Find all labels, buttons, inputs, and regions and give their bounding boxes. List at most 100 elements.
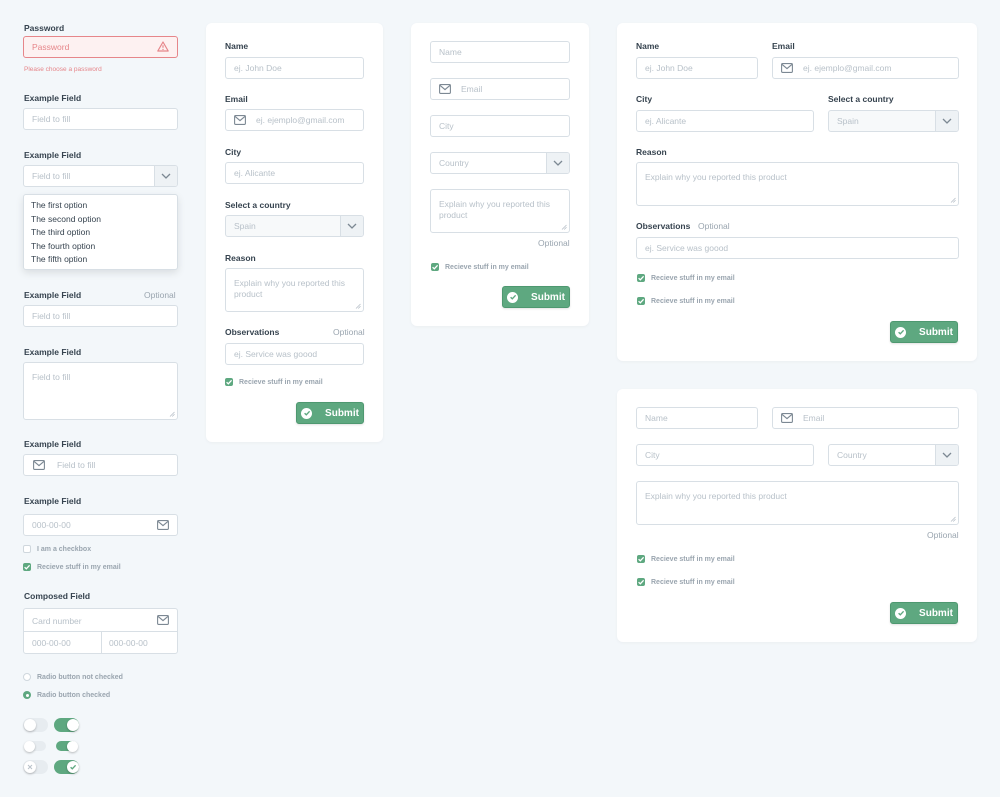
country-label: Select a country: [225, 200, 291, 210]
email-optin-checkbox[interactable]: Recieve stuff in my email: [225, 378, 323, 386]
name-input[interactable]: ej. John Doe: [225, 57, 364, 79]
reason-placeholder: Explain why you reported this product: [645, 491, 787, 501]
chevron-down-icon[interactable]: [935, 111, 958, 131]
dropdown-option[interactable]: The first option: [24, 199, 177, 213]
check-icon: [66, 761, 79, 773]
check-icon[interactable]: [225, 378, 233, 386]
email-optin-checkbox[interactable]: Recieve stuff in my email: [637, 274, 735, 282]
checkbox-unchecked[interactable]: I am a checkbox: [23, 545, 91, 553]
select-field[interactable]: Field to fill: [23, 165, 178, 187]
country-select[interactable]: Spain: [828, 110, 959, 132]
toggle-icon-on[interactable]: [54, 760, 79, 774]
chevron-down-icon[interactable]: [546, 153, 569, 173]
toggle-small-off[interactable]: [24, 740, 46, 752]
close-icon: [23, 761, 36, 773]
chevron-down-icon[interactable]: [935, 445, 958, 465]
check-icon[interactable]: [637, 578, 645, 586]
optional-field-input[interactable]: Field to fill: [23, 305, 178, 327]
toggle-small-on[interactable]: [56, 740, 78, 752]
checkbox-label: Recieve stuff in my email: [651, 578, 735, 586]
password-field[interactable]: Password: [23, 36, 178, 58]
resize-grip-icon[interactable]: [561, 224, 567, 230]
radio-checked[interactable]: Radio button checked: [23, 691, 110, 699]
country-select[interactable]: Country: [430, 152, 570, 174]
dropdown-option[interactable]: The third option: [24, 226, 177, 240]
dropdown-option[interactable]: The second option: [24, 213, 177, 227]
checkbox-label: I am a checkbox: [37, 545, 92, 553]
email-optin-checkbox[interactable]: Recieve stuff in my email: [637, 555, 735, 563]
optional-tag: Optional: [333, 327, 365, 337]
textarea-label: Example Field: [24, 347, 82, 357]
email-placeholder: Email: [461, 84, 483, 94]
country-select[interactable]: Spain: [225, 215, 364, 237]
card-number-input[interactable]: Card number: [32, 616, 82, 626]
submit-button[interactable]: Submit: [890, 321, 958, 343]
email-input[interactable]: Email: [430, 78, 570, 100]
city-input[interactable]: ej. Alicante: [636, 110, 814, 132]
resize-grip-icon[interactable]: [169, 411, 175, 417]
resize-grip-icon[interactable]: [950, 516, 956, 522]
chevron-down-icon[interactable]: [154, 166, 177, 186]
observations-label: Observations: [225, 327, 280, 337]
toggle-off[interactable]: [23, 718, 48, 732]
city-input[interactable]: ej. Alicante: [225, 162, 364, 184]
submit-button[interactable]: Submit: [890, 602, 958, 624]
radio-unchecked[interactable]: Radio button not checked: [23, 673, 123, 681]
optional-tag: Optional: [698, 221, 730, 231]
email-input[interactable]: ej. ejemplo@gmail.com: [225, 109, 364, 131]
name-input[interactable]: Name: [636, 407, 758, 429]
checkbox-box[interactable]: [23, 545, 31, 553]
name-input[interactable]: ej. John Doe: [636, 57, 758, 79]
icon-field-input[interactable]: Field to fill: [23, 454, 178, 476]
submit-label: Submit: [325, 407, 359, 419]
observations-label: Observations: [636, 221, 691, 231]
dropdown-option[interactable]: The fifth option: [24, 253, 177, 267]
toggle-on[interactable]: [54, 718, 79, 732]
resize-grip-icon[interactable]: [950, 197, 956, 203]
city-input[interactable]: City: [430, 115, 570, 137]
chevron-down-icon[interactable]: [340, 216, 363, 236]
email-optin-checkbox[interactable]: Recieve stuff in my email: [637, 578, 735, 586]
reason-textarea[interactable]: Explain why you reported this product: [430, 189, 570, 233]
example-field-input[interactable]: Field to fill: [23, 108, 178, 130]
check-icon[interactable]: [637, 297, 645, 305]
email-optin-checkbox[interactable]: Recieve stuff in my email: [431, 263, 529, 271]
reason-label: Reason: [225, 253, 256, 263]
check-icon[interactable]: [431, 263, 439, 271]
radio-circle-checked[interactable]: [23, 691, 31, 699]
reason-textarea[interactable]: Explain why you reported this product: [636, 162, 959, 206]
password-placeholder: Password: [32, 42, 70, 52]
email-input[interactable]: Email: [772, 407, 959, 429]
textarea-field[interactable]: Field to fill: [23, 362, 178, 420]
password-label: Password: [24, 23, 65, 33]
mail-icon: [33, 460, 45, 470]
check-circle-icon: [895, 326, 907, 338]
optional-tag: Optional: [538, 238, 570, 248]
checkbox-checked[interactable]: Recieve stuff in my email: [23, 563, 121, 571]
icon-field-placeholder: Field to fill: [57, 460, 96, 470]
date-input-1[interactable]: 000-00-00: [32, 638, 71, 648]
toggle-icon-off[interactable]: [23, 760, 48, 774]
resize-grip-icon[interactable]: [355, 303, 361, 309]
submit-button[interactable]: Submit: [296, 402, 364, 424]
observations-input[interactable]: ej. Service was goood: [636, 237, 959, 259]
checkbox-label: Recieve stuff in my email: [239, 378, 323, 386]
submit-button[interactable]: Submit: [502, 286, 570, 308]
reason-textarea[interactable]: Explain why you reported this product: [636, 481, 959, 525]
observations-input[interactable]: ej. Service was goood: [225, 343, 364, 365]
country-value: Spain: [837, 116, 859, 126]
reason-textarea[interactable]: Explain why you reported this product: [225, 268, 364, 312]
city-input[interactable]: City: [636, 444, 814, 466]
check-icon[interactable]: [637, 274, 645, 282]
radio-circle[interactable]: [23, 673, 31, 681]
name-input[interactable]: Name: [430, 41, 570, 63]
date-input-2[interactable]: 000-00-00: [109, 638, 148, 648]
email-input[interactable]: ej. ejemplo@gmail.com: [772, 57, 959, 79]
country-placeholder: Country: [837, 450, 867, 460]
date-field-input[interactable]: 000-00-00: [23, 514, 178, 536]
country-select[interactable]: Country: [828, 444, 959, 466]
dropdown-option[interactable]: The fourth option: [24, 240, 177, 254]
email-optin-checkbox[interactable]: Recieve stuff in my email: [637, 297, 735, 305]
check-icon[interactable]: [23, 563, 31, 571]
check-icon[interactable]: [637, 555, 645, 563]
